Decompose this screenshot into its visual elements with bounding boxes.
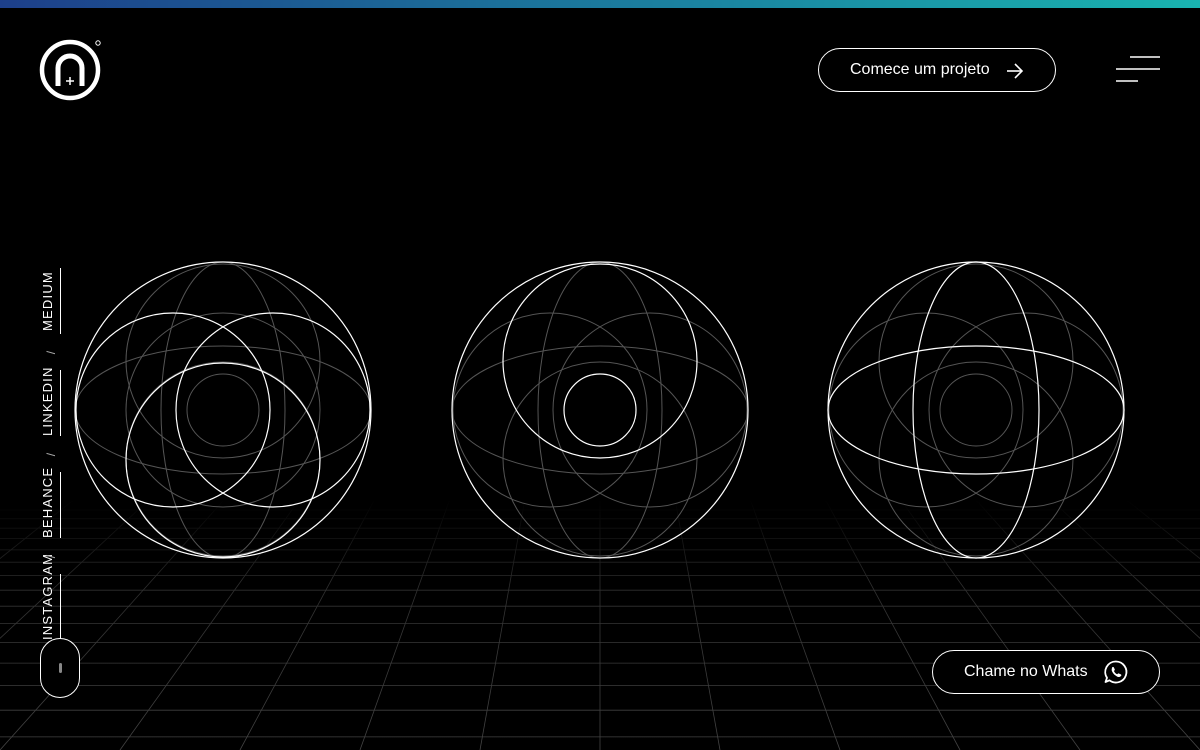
whatsapp-icon [1104, 660, 1128, 684]
social-link-instagram[interactable]: INSTAGRAM [40, 553, 61, 640]
scroll-wheel [59, 663, 62, 673]
top-gradient-bar [0, 0, 1200, 8]
arrow-right-icon [1007, 63, 1024, 79]
mouse-scroll-icon[interactable] [40, 638, 80, 698]
social-link-behance[interactable]: BEHANCE [40, 467, 61, 538]
perspective-grid-floor [0, 500, 1200, 750]
social-links: INSTAGRAM / BEHANCE / LINKEDIN / MEDIUM [40, 268, 61, 640]
social-separator: / [43, 349, 58, 355]
social-link-linkedin[interactable]: LINKEDIN [40, 366, 61, 436]
social-separator: / [43, 451, 58, 457]
whatsapp-label: Chame no Whats [964, 663, 1088, 680]
brand-logo-icon[interactable] [38, 38, 104, 102]
social-separator: / [43, 553, 58, 559]
start-project-label: Comece um projeto [850, 61, 990, 78]
hamburger-menu-icon[interactable] [1112, 52, 1164, 86]
start-project-button[interactable]: Comece um projeto [818, 48, 1056, 92]
whatsapp-button[interactable]: Chame no Whats [932, 650, 1160, 694]
social-link-medium[interactable]: MEDIUM [40, 268, 61, 334]
